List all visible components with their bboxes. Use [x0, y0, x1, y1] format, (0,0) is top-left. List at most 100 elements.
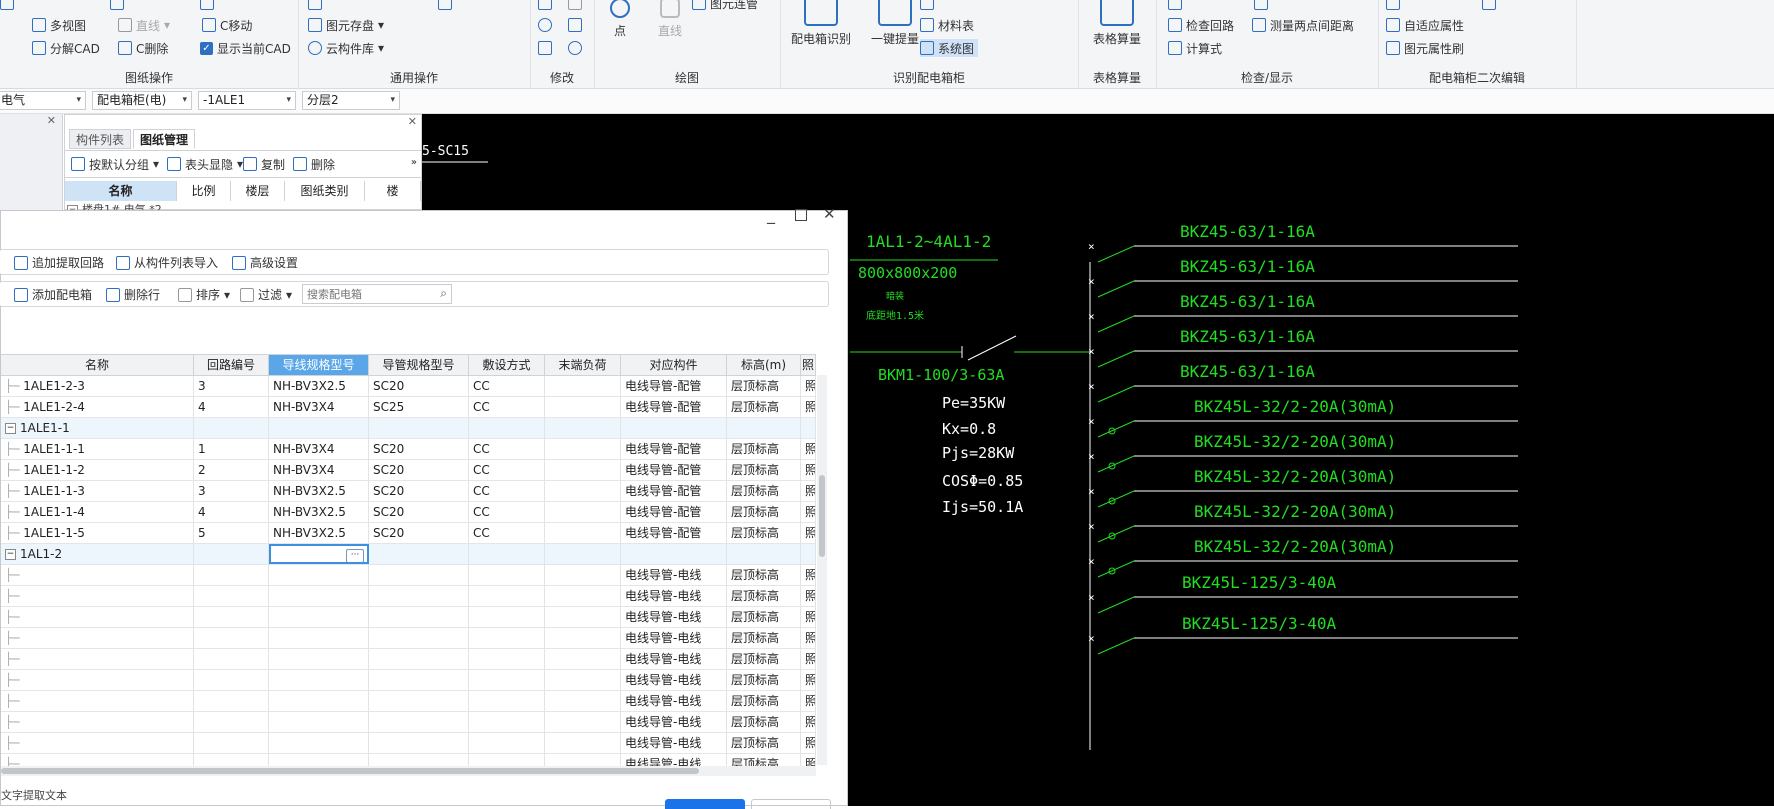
cell-circuit-no[interactable]: [194, 607, 269, 627]
cell-elevation[interactable]: 层顶标高: [727, 628, 801, 648]
cell-laying[interactable]: CC: [469, 397, 545, 417]
delete-row-button[interactable]: 删除行: [106, 286, 160, 303]
cell-circuit-no[interactable]: [194, 628, 269, 648]
cell-circuit-no[interactable]: [194, 565, 269, 585]
cell-end-load[interactable]: [545, 565, 621, 585]
cell-wire-spec[interactable]: [269, 565, 369, 585]
collapse-icon[interactable]: −: [5, 549, 16, 560]
cell-name[interactable]: −1ALE1-1: [1, 418, 194, 438]
cell-component[interactable]: 电线导管-配管: [621, 460, 727, 480]
cell-circuit-no[interactable]: 3: [194, 481, 269, 501]
cell-component[interactable]: 电线导管-配管: [621, 376, 727, 396]
copy-element-to-layer-button[interactable]: [308, 0, 326, 12]
cell-end-load[interactable]: [545, 586, 621, 606]
component-select[interactable]: -1ALE1: [198, 91, 296, 110]
move-cad-button[interactable]: C移动: [202, 16, 252, 34]
column-header-component[interactable]: 对应构件: [621, 355, 727, 375]
cell-wire-spec[interactable]: [269, 712, 369, 732]
cell-end-load[interactable]: [545, 523, 621, 543]
cell-laying[interactable]: [469, 712, 545, 732]
cell-lighting[interactable]: 照: [801, 691, 816, 711]
supplement-cad-button[interactable]: [110, 0, 128, 12]
cell-conduit-spec[interactable]: SC20: [369, 481, 469, 501]
cell-circuit-no[interactable]: 2: [194, 460, 269, 480]
paste-icon[interactable]: [568, 0, 582, 10]
cell-wire-spec[interactable]: [269, 733, 369, 753]
table-row[interactable]: ├─ 1ALE1-2-3 3 NH-BV3X2.5 SC20 CC 电线导管-配管 层顶标高…: [1, 376, 816, 397]
cell-lighting[interactable]: 照: [801, 565, 816, 585]
cell-end-load[interactable]: [545, 439, 621, 459]
column-header-scale[interactable]: 比例: [177, 181, 231, 201]
cell-laying[interactable]: [469, 607, 545, 627]
cell-end-load[interactable]: [545, 691, 621, 711]
close-icon[interactable]: ✕: [47, 114, 56, 127]
align-top-button[interactable]: [1482, 0, 1500, 12]
find-replace-button[interactable]: [0, 0, 18, 12]
minimize-icon[interactable]: _: [767, 205, 775, 224]
column-header-conduit-spec[interactable]: 导管规格型号: [369, 355, 469, 375]
copy-drawing-button[interactable]: 复制: [243, 155, 285, 173]
group-row[interactable]: −1AL1-2 ···: [1, 544, 816, 565]
cell-laying[interactable]: [469, 565, 545, 585]
cell-conduit-spec[interactable]: SC25: [369, 397, 469, 417]
cell-end-load[interactable]: [545, 712, 621, 732]
cell-end-load[interactable]: [545, 733, 621, 753]
cell-end-load[interactable]: [545, 607, 621, 627]
tab-component-list[interactable]: 构件列表: [69, 129, 132, 149]
cell-wire-spec[interactable]: [269, 586, 369, 606]
append-extract-circuit-button[interactable]: 追加提取回路: [14, 254, 104, 271]
cell-name[interactable]: ├─: [1, 733, 194, 753]
cell-component[interactable]: 电线导管-电线: [621, 670, 727, 690]
cell-laying[interactable]: [469, 418, 545, 438]
cell-component[interactable]: [621, 544, 727, 564]
cell-name[interactable]: ├─: [1, 607, 194, 627]
cell-component[interactable]: 电线导管-配管: [621, 439, 727, 459]
column-header-floor[interactable]: 楼层: [231, 181, 285, 201]
cell-circuit-no[interactable]: [194, 649, 269, 669]
cell-elevation[interactable]: 层顶标高: [727, 397, 801, 417]
cell-lighting[interactable]: 照: [801, 481, 816, 501]
cell-lighting[interactable]: 照: [801, 607, 816, 627]
cell-wire-spec[interactable]: NH-BV3X2.5: [269, 481, 369, 501]
cell-conduit-spec[interactable]: SC20: [369, 439, 469, 459]
cell-end-load[interactable]: [545, 544, 621, 564]
cell-laying[interactable]: [469, 586, 545, 606]
check-circuit-button[interactable]: 检查回路: [1168, 16, 1234, 34]
vertical-scrollbar[interactable]: [817, 375, 827, 765]
column-header-end-load[interactable]: 末端负荷: [545, 355, 621, 375]
cell-name[interactable]: ├─ 1ALE1-1-5: [1, 523, 194, 543]
cell-circuit-no[interactable]: [194, 691, 269, 711]
search-input[interactable]: [303, 285, 429, 303]
horizontal-scroll-thumb[interactable]: [1, 768, 699, 774]
cell-lighting[interactable]: 照: [801, 397, 816, 417]
cell-name[interactable]: ├─ 1ALE1-2-4: [1, 397, 194, 417]
horizontal-scrollbar[interactable]: [1, 766, 816, 776]
cell-component[interactable]: 电线导管-电线: [621, 691, 727, 711]
cell-name[interactable]: ├─ 1ALE1-1-4: [1, 502, 194, 522]
add-distribution-box-button[interactable]: 添加配电箱: [14, 286, 92, 303]
table-row[interactable]: ├─ 电线导管-电线 层顶标高照: [1, 565, 816, 586]
cell-component[interactable]: 电线导管-配管: [621, 397, 727, 417]
cell-component[interactable]: 电线导管-配管: [621, 481, 727, 501]
measure-distance-button[interactable]: 测量两点间距离: [1252, 16, 1354, 34]
table-row[interactable]: ├─ 电线导管-电线 层顶标高照: [1, 628, 816, 649]
cell-lighting[interactable]: 照: [801, 670, 816, 690]
cell-component[interactable]: 电线导管-配管: [621, 523, 727, 543]
rename-button[interactable]: [1386, 0, 1404, 12]
cell-name[interactable]: ├─: [1, 670, 194, 690]
cell-wire-spec[interactable]: NH-BV3X4: [269, 460, 369, 480]
table-row[interactable]: ├─ 电线导管-电线 层顶标高照: [1, 733, 816, 754]
cell-lighting[interactable]: 照: [801, 439, 816, 459]
cell-circuit-no[interactable]: 5: [194, 523, 269, 543]
cell-circuit-no[interactable]: [194, 544, 269, 564]
cell-conduit-spec[interactable]: [369, 733, 469, 753]
filter-button[interactable]: 过滤 ▾: [240, 286, 292, 303]
import-from-list-button[interactable]: 从构件列表导入: [116, 254, 218, 271]
show-current-cad-checkbox[interactable]: ✓ 显示当前CAD: [200, 39, 291, 57]
advanced-settings-button[interactable]: 高级设置: [232, 254, 298, 271]
cell-laying[interactable]: [469, 733, 545, 753]
multi-view-button[interactable]: 多视图: [32, 16, 86, 34]
close-icon[interactable]: ✕: [408, 115, 417, 128]
cell-name[interactable]: ├─: [1, 712, 194, 732]
cell-circuit-no[interactable]: [194, 418, 269, 438]
